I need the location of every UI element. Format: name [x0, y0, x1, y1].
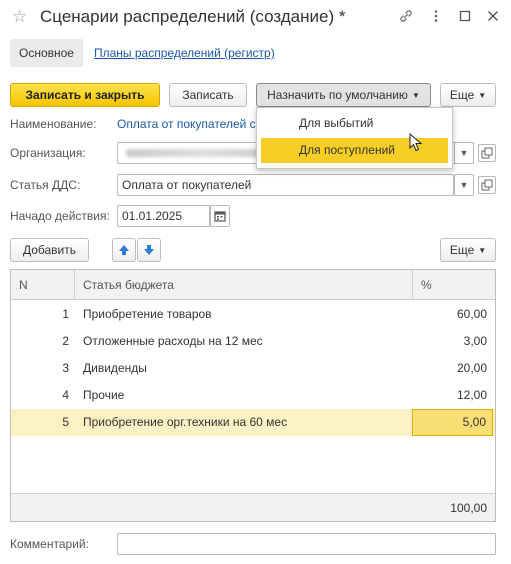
dropdown-arrow-icon: ▼	[411, 90, 420, 100]
tab-main[interactable]: Основное	[10, 39, 83, 67]
calendar-button[interactable]	[210, 205, 230, 227]
table-more-button[interactable]: Еще ▼	[440, 238, 496, 262]
row-article: Приобретение орг.техники на 60 мес	[83, 415, 288, 429]
row-number: 5	[62, 415, 69, 429]
star-icon[interactable]: ☆	[12, 7, 27, 27]
start-date-field[interactable]: 01.01.2025	[117, 205, 210, 227]
name-label: Наименование:	[10, 117, 97, 131]
start-date-label: Начадо действия:	[10, 209, 110, 223]
dropdown-arrow-icon: ▼	[459, 180, 469, 190]
table-row[interactable]: 4 Прочие 12,00	[11, 382, 495, 409]
row-percent: 3,00	[463, 334, 487, 348]
register-link[interactable]: Планы распределений (регистр)	[94, 39, 275, 67]
close-icon[interactable]	[484, 8, 502, 26]
more-label: Еще	[449, 88, 475, 102]
set-default-label: Назначить по умолчанию	[267, 88, 408, 102]
calendar-icon	[214, 211, 226, 222]
dds-open-button[interactable]	[478, 176, 496, 194]
comment-field[interactable]	[117, 533, 496, 555]
add-button[interactable]: Добавить	[10, 238, 89, 262]
arrow-up-icon	[119, 245, 129, 255]
maximize-icon[interactable]	[456, 8, 474, 26]
row-article: Приобретение товаров	[83, 307, 212, 321]
row-article: Отложенные расходы на 12 мес	[83, 334, 263, 348]
dds-field[interactable]: Оплата от покупателей	[117, 174, 454, 196]
row-number: 3	[62, 361, 69, 375]
table-row[interactable]: 2 Отложенные расходы на 12 мес 3,00	[11, 328, 495, 355]
table-row[interactable]: 1 Приобретение товаров 60,00	[11, 301, 495, 328]
budget-table[interactable]: N Статья бюджета % 1 Приобретение товаро…	[10, 269, 496, 522]
row-article: Прочие	[83, 388, 125, 402]
window-title: Сценарии распределений (создание) *	[40, 7, 346, 26]
row-percent-focused[interactable]: 5,00	[412, 409, 493, 436]
dropdown-arrow-icon: ▼	[478, 90, 487, 100]
kebab-icon[interactable]	[427, 8, 445, 26]
organization-open-button[interactable]	[478, 144, 496, 162]
organization-select-button[interactable]: ▼	[454, 142, 474, 164]
comment-label: Комментарий:	[10, 537, 89, 551]
more-button[interactable]: Еще ▼	[440, 83, 496, 107]
column-header-percent[interactable]: %	[412, 270, 495, 300]
move-up-button[interactable]	[112, 238, 136, 262]
open-icon	[481, 147, 493, 159]
set-default-button[interactable]: Назначить по умолчанию ▼	[256, 83, 431, 107]
move-down-button[interactable]	[137, 238, 161, 262]
dds-select-button[interactable]: ▼	[454, 174, 474, 196]
open-icon	[481, 179, 493, 191]
column-header-n[interactable]: N	[11, 270, 74, 300]
table-more-label: Еще	[449, 243, 475, 257]
percent-total: 100,00	[450, 501, 487, 515]
row-percent: 60,00	[456, 307, 487, 321]
save-close-button[interactable]: Записать и закрыть	[10, 83, 160, 107]
name-value[interactable]: Оплата от покупателей с	[117, 114, 256, 134]
organization-label: Организация:	[10, 146, 86, 160]
table-row-selected[interactable]: 5 Приобретение орг.техники на 60 мес 5,0…	[11, 409, 495, 436]
column-header-article[interactable]: Статья бюджета	[74, 270, 412, 300]
mouse-cursor-icon	[409, 133, 423, 152]
link-icon[interactable]	[397, 8, 415, 26]
row-article: Дивиденды	[83, 361, 147, 375]
dropdown-arrow-icon: ▼	[478, 245, 487, 255]
row-number: 2	[62, 334, 69, 348]
dds-label: Статья ДДС:	[10, 178, 81, 192]
row-percent: 20,00	[456, 361, 487, 375]
table-header: N Статья бюджета %	[11, 270, 495, 300]
row-number: 4	[62, 388, 69, 402]
table-row[interactable]: 3 Дивиденды 20,00	[11, 355, 495, 382]
set-default-dropdown-menu: Для выбытий Для поступлений	[256, 107, 453, 169]
dropdown-arrow-icon: ▼	[459, 148, 469, 158]
save-button[interactable]: Записать	[169, 83, 247, 107]
row-percent: 12,00	[456, 388, 487, 402]
row-number: 1	[62, 307, 69, 321]
arrow-down-icon	[144, 245, 154, 255]
table-footer: 100,00	[11, 493, 495, 521]
